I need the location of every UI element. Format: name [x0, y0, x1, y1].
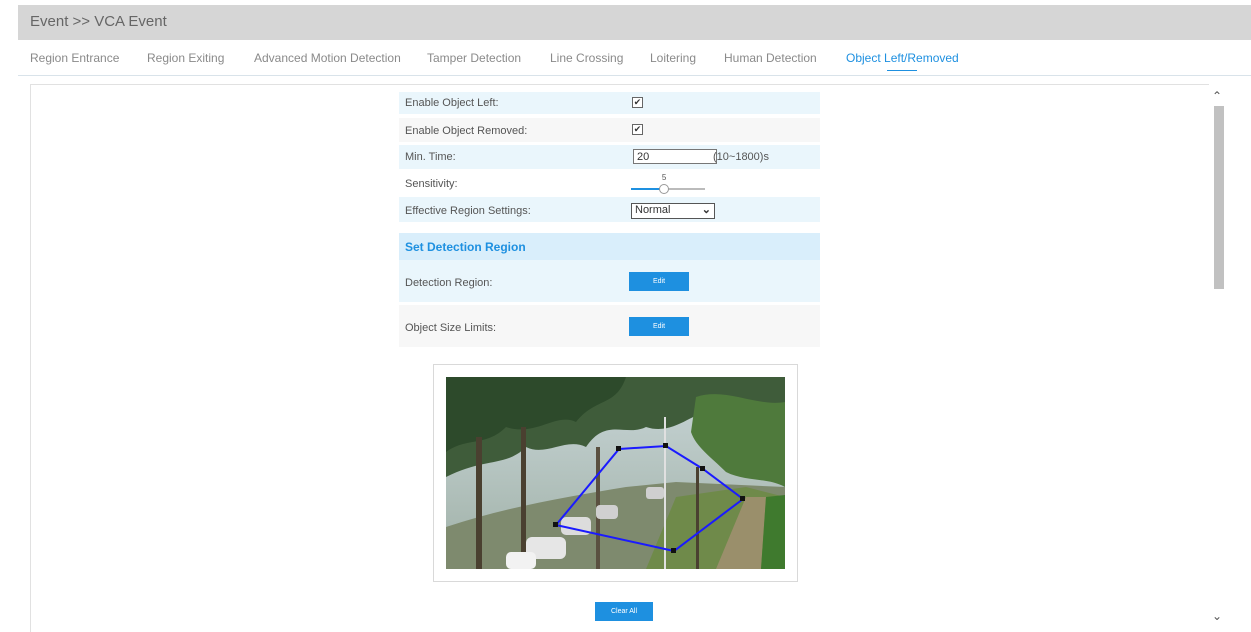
sensitivity-slider-handle[interactable]: [658, 184, 669, 194]
object-size-limits-edit-button[interactable]: Edit: [629, 317, 689, 336]
enable-object-removed-checkbox[interactable]: ✔: [632, 124, 643, 135]
vertical-scrollbar[interactable]: ⌃ ⌄: [1209, 84, 1227, 632]
camera-preview-image: [446, 377, 785, 569]
tab-object-left-removed-label: Object Left/Removed: [846, 51, 959, 65]
sensitivity-value: 5: [661, 173, 667, 182]
enable-object-left-checkbox[interactable]: ✔: [632, 97, 643, 108]
tab-line-crossing[interactable]: Line Crossing: [550, 51, 623, 65]
sensitivity-label: Sensitivity:: [405, 178, 458, 190]
min-time-input[interactable]: [633, 149, 717, 164]
min-time-label: Min. Time:: [405, 151, 456, 163]
object-size-limits-label: Object Size Limits:: [405, 322, 497, 334]
tab-region-exiting[interactable]: Region Exiting: [147, 51, 224, 65]
effective-region-select[interactable]: Normal ⌄: [631, 203, 715, 219]
row-min-time: Min. Time: (10~1800)s: [399, 145, 820, 169]
enable-object-left-label: Enable Object Left:: [405, 97, 499, 109]
title-bar: Event >> VCA Event: [18, 5, 1251, 40]
effective-region-value: Normal: [635, 204, 671, 216]
tab-advanced-motion-detection[interactable]: Advanced Motion Detection: [254, 51, 401, 65]
active-tab-indicator: [887, 70, 917, 71]
scrollbar-thumb[interactable]: [1214, 106, 1224, 289]
row-enable-object-removed: Enable Object Removed: ✔: [399, 118, 820, 142]
clear-all-button[interactable]: Clear All: [595, 602, 653, 621]
row-enable-object-left: Enable Object Left: ✔: [399, 92, 820, 114]
row-detection-region: Detection Region: Edit: [399, 260, 820, 302]
row-object-size-limits: Object Size Limits: Edit: [399, 305, 820, 347]
enable-object-removed-label: Enable Object Removed:: [405, 125, 528, 137]
min-time-range: (10~1800)s: [713, 151, 769, 163]
breadcrumb: Event >> VCA Event: [30, 13, 167, 30]
tab-human-detection[interactable]: Human Detection: [724, 51, 817, 65]
tab-bar: Region Entrance Region Exiting Advanced …: [18, 42, 1251, 76]
chevron-down-icon: ⌄: [701, 204, 711, 216]
tab-loitering[interactable]: Loitering: [650, 51, 696, 65]
set-detection-region-title: Set Detection Region: [405, 240, 526, 254]
effective-region-label: Effective Region Settings:: [405, 205, 531, 217]
row-sensitivity: Sensitivity: 5: [399, 170, 820, 195]
detection-region-label: Detection Region:: [405, 277, 493, 289]
scroll-down-icon[interactable]: ⌄: [1212, 610, 1222, 622]
camera-preview[interactable]: [446, 377, 785, 569]
tab-region-entrance[interactable]: Region Entrance: [30, 51, 119, 65]
detection-region-edit-button[interactable]: Edit: [629, 272, 689, 291]
tab-tamper-detection[interactable]: Tamper Detection: [427, 51, 521, 65]
tab-object-left-removed[interactable]: Object Left/Removed: [846, 51, 959, 71]
set-detection-region-header: Set Detection Region: [399, 233, 820, 260]
row-effective-region: Effective Region Settings: Normal ⌄: [399, 197, 820, 222]
scroll-up-icon[interactable]: ⌃: [1212, 90, 1222, 102]
